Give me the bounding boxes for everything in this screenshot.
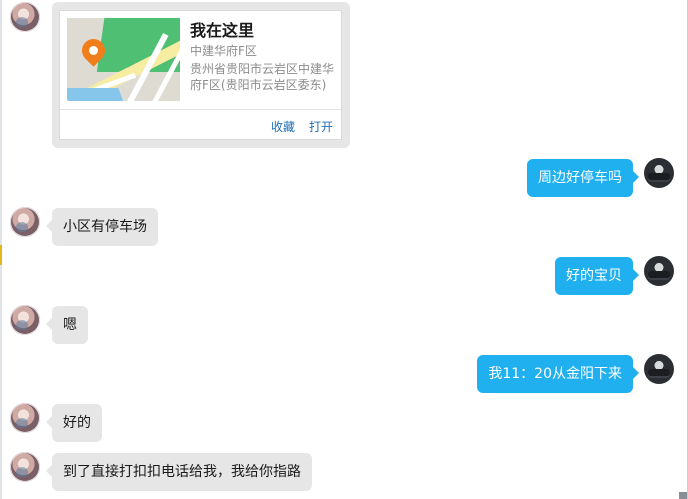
message-bubble-incoming[interactable]: 到了直接打扣扣电话给我，我给你指路 <box>46 453 312 491</box>
location-address: 贵州省贵阳市云岩区中建华府F区(贵阳市云岩区委东) <box>190 62 335 92</box>
message-bubble-incoming[interactable]: 嗯 <box>46 306 88 344</box>
contact-avatar[interactable] <box>10 452 40 482</box>
message-bubble-outgoing[interactable]: 周边好停车吗 <box>527 159 639 197</box>
message-bubble-outgoing[interactable]: 我11：20从金阳下来 <box>477 355 639 393</box>
collect-button[interactable]: 收藏 <box>271 118 295 135</box>
map-thumbnail[interactable] <box>67 18 180 101</box>
location-title: 我在这里 <box>190 21 255 40</box>
open-button[interactable]: 打开 <box>309 118 333 135</box>
contact-avatar[interactable] <box>10 403 40 433</box>
resize-handle[interactable] <box>679 492 687 499</box>
left-border-marker <box>0 245 2 265</box>
contact-avatar[interactable] <box>10 2 40 32</box>
user-avatar[interactable] <box>644 354 674 384</box>
user-avatar[interactable] <box>644 256 674 286</box>
user-avatar[interactable] <box>644 158 674 188</box>
contact-avatar[interactable] <box>10 207 40 237</box>
location-name: 中建华府F区 <box>190 44 257 58</box>
map-water <box>67 88 126 101</box>
contact-avatar[interactable] <box>10 305 40 335</box>
card-divider <box>60 109 341 110</box>
message-bubble-incoming[interactable]: 小区有停车场 <box>46 208 158 246</box>
location-message-bubble: 我在这里 中建华府F区 贵州省贵阳市云岩区中建华府F区(贵阳市云岩区委东) 收藏… <box>52 2 350 148</box>
message-bubble-outgoing[interactable]: 好的宝贝 <box>555 257 639 295</box>
chat-window: 我在这里 中建华府F区 贵州省贵阳市云岩区中建华府F区(贵阳市云岩区委东) 收藏… <box>0 0 688 499</box>
message-bubble-incoming[interactable]: 好的 <box>46 404 102 442</box>
location-card[interactable]: 我在这里 中建华府F区 贵州省贵阳市云岩区中建华府F区(贵阳市云岩区委东) 收藏… <box>59 10 342 140</box>
